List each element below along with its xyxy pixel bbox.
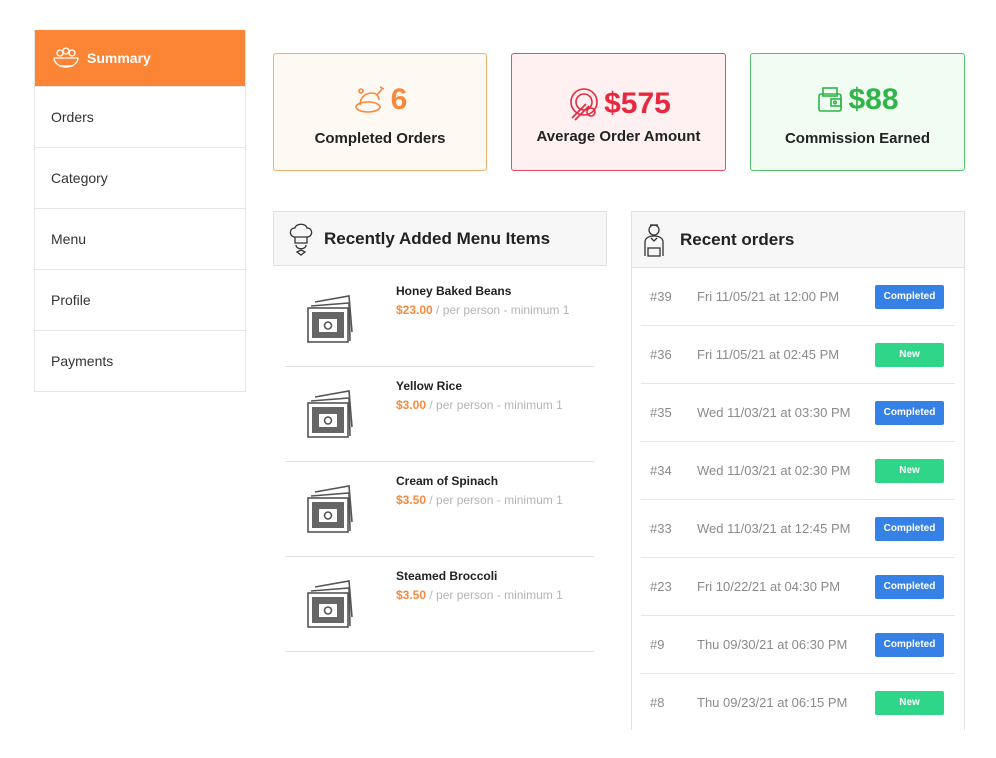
menu-item-price-line: $3.50 / per person - minimum 1 [396,493,563,507]
order-id: #33 [650,521,672,536]
order-status-badge[interactable]: New [875,343,944,367]
sidebar-item-label: Category [51,170,108,186]
commission-value: $88 [848,83,899,116]
order-id: #23 [650,579,672,594]
sidebar-item-orders[interactable]: Orders [35,86,245,147]
menu-item-name: Steamed Broccoli [396,569,498,583]
order-row[interactable]: #35 Wed 11/03/21 at 03:30 PM Completed [641,384,955,442]
menu-item[interactable]: Honey Baked Beans $23.00 / per person - m… [285,272,594,367]
orders-panel-header: Recent orders [631,211,965,268]
chicken-plate-icon [353,85,387,115]
photo-placeholder-icon [305,476,363,534]
order-row[interactable]: #9 Thu 09/30/21 at 06:30 PM Completed [641,616,955,674]
menu-item-price-suffix: / per person - minimum 1 [426,588,563,602]
menu-item[interactable]: Cream of Spinach $3.50 / per person - min… [285,462,594,557]
menu-item-price-line: $3.50 / per person - minimum 1 [396,588,563,602]
order-row[interactable]: #39 Fri 11/05/21 at 12:00 PM Completed [641,268,955,326]
sidebar-item-label: Menu [51,231,87,247]
commission-label: Commission Earned [784,130,931,147]
order-id: #9 [650,637,665,652]
completed-orders-label: Completed Orders [314,130,446,147]
sidebar-item-menu[interactable]: Menu [35,208,245,269]
menu-item-price-suffix: / per person - minimum 1 [426,398,563,412]
photo-placeholder-icon [305,381,363,439]
chef-hat-icon [288,221,314,257]
sidebar-item-label: Profile [51,292,91,308]
order-date: Thu 09/30/21 at 06:30 PM [697,637,848,652]
order-status-badge[interactable]: Completed [875,633,944,657]
sidebar: Summary Orders Category Menu Profile Pay… [34,30,246,392]
sidebar-item-label: Payments [51,353,114,369]
order-id: #39 [650,289,672,304]
menu-item-price: $23.00 [396,303,433,317]
order-status-badge[interactable]: New [875,691,944,715]
order-id: #34 [650,463,672,478]
menu-item-price: $3.50 [396,493,427,507]
menu-item[interactable]: Yellow Rice $3.00 / per person - minimum … [285,367,594,462]
order-row[interactable]: #34 Wed 11/03/21 at 02:30 PM New [641,442,955,500]
menu-panel-title: Recently Added Menu Items [324,228,551,248]
order-status-badge[interactable]: New [875,459,944,483]
menu-item-price: $3.00 [396,398,427,412]
order-date: Fri 11/05/21 at 12:00 PM [697,289,840,304]
sidebar-item-label: Orders [51,109,94,125]
photo-placeholder-icon [305,286,363,344]
menu-panel-header: Recently Added Menu Items [273,211,607,266]
commission-card: $88 Commission Earned [750,53,965,171]
menu-item-price-line: $23.00 / per person - minimum 1 [396,303,569,317]
sidebar-item-label: Summary [87,50,151,66]
sidebar-item-profile[interactable]: Profile [35,269,245,330]
order-row[interactable]: #33 Wed 11/03/21 at 12:45 PM Completed [641,500,955,558]
completed-orders-card: 6 Completed Orders [273,53,487,171]
order-row[interactable]: #23 Fri 10/22/21 at 04:30 PM Completed [641,558,955,616]
order-date: Wed 11/03/21 at 02:30 PM [697,463,851,478]
sidebar-item-category[interactable]: Category [35,147,245,208]
order-status-badge[interactable]: Completed [875,285,944,309]
order-id: #35 [650,405,672,420]
menu-item-name: Cream of Spinach [396,474,499,488]
order-row[interactable]: #36 Fri 11/05/21 at 02:45 PM New [641,326,955,384]
order-date: Wed 11/03/21 at 12:45 PM [697,521,851,536]
menu-item-price-suffix: / per person - minimum 1 [432,303,570,317]
order-status-badge[interactable]: Completed [875,517,944,541]
orders-panel-title: Recent orders [680,229,795,249]
order-date: Thu 09/23/21 at 06:15 PM [697,695,848,710]
order-status-badge[interactable]: Completed [875,575,944,599]
menu-item-price-line: $3.00 / per person - minimum 1 [396,398,563,412]
sidebar-item-payments[interactable]: Payments [35,330,245,391]
orders-list: #39 Fri 11/05/21 at 12:00 PM Completed #36 F… [631,268,965,730]
menu-items-list: Honey Baked Beans $23.00 / per person - m… [285,272,594,652]
order-status-badge[interactable]: Completed [875,401,944,425]
menu-item-price-suffix: / per person - minimum 1 [426,493,563,507]
average-order-card: $575 Average Order Amount [511,53,726,171]
menu-item-name: Honey Baked Beans [396,284,512,298]
average-order-value: $575 [604,87,671,120]
salad-bowl-icon [51,46,81,70]
order-row[interactable]: #8 Thu 09/23/21 at 06:15 PM New [641,674,955,730]
menu-item[interactable]: Steamed Broccoli $3.50 / per person - min… [285,557,594,652]
waiter-icon [642,222,666,258]
order-date: Fri 11/05/21 at 02:45 PM [697,347,840,362]
average-order-label: Average Order Amount [536,128,701,145]
order-date: Fri 10/22/21 at 04:30 PM [697,579,841,594]
photo-placeholder-icon [305,571,363,629]
plate-fork-icon [566,86,602,122]
sidebar-item-summary[interactable]: Summary [35,30,245,86]
menu-item-name: Yellow Rice [396,379,463,393]
menu-item-price: $3.50 [396,588,427,602]
wallet-icon [816,85,846,115]
order-id: #8 [650,695,665,710]
completed-orders-value: 6 [390,83,408,116]
order-id: #36 [650,347,672,362]
order-date: Wed 11/03/21 at 03:30 PM [697,405,851,420]
